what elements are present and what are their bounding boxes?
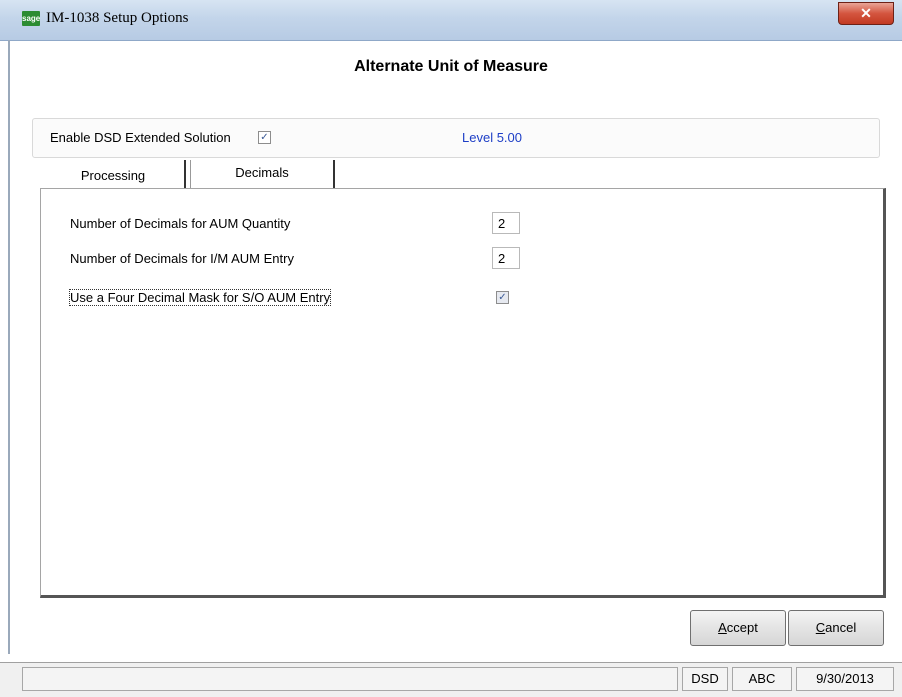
level-text: Level 5.00	[462, 130, 522, 145]
aum-quantity-decimals-label: Number of Decimals for AUM Quantity	[70, 216, 291, 231]
status-bar: DSD ABC 9/30/2013	[0, 662, 902, 697]
close-button[interactable]: ✕	[838, 2, 894, 25]
status-module: DSD	[682, 667, 728, 691]
check-mark-icon: ✓	[260, 132, 269, 143]
cancel-button[interactable]: Cancel	[788, 610, 884, 646]
enable-dsd-label: Enable DSD Extended Solution	[50, 130, 231, 145]
enable-dsd-checkbox[interactable]: ✓	[258, 131, 271, 144]
status-date: 9/30/2013	[796, 667, 894, 691]
tab-processing[interactable]: Processing	[42, 160, 186, 190]
im-aum-entry-decimals-label: Number of Decimals for I/M AUM Entry	[70, 251, 294, 266]
im-aum-entry-decimals-input[interactable]: 2	[492, 247, 520, 269]
window-title: IM-1038 Setup Options	[46, 10, 189, 26]
sage-app-icon: sage	[22, 11, 40, 26]
decimals-tab-panel	[40, 188, 886, 598]
status-company: ABC	[732, 667, 792, 691]
four-decimal-mask-checkbox[interactable]: ✓	[496, 291, 509, 304]
window-frame-left	[8, 40, 10, 654]
page-heading: Alternate Unit of Measure	[354, 58, 548, 75]
tab-decimals[interactable]: Decimals	[190, 160, 335, 190]
title-bar: sage IM-1038 Setup Options ✕	[0, 0, 902, 41]
aum-quantity-decimals-input[interactable]: 2	[492, 212, 520, 234]
status-message	[22, 667, 678, 691]
four-decimal-mask-label[interactable]: Use a Four Decimal Mask for S/O AUM Entr…	[68, 289, 332, 306]
accept-button[interactable]: Accept	[690, 610, 786, 646]
check-mark-icon: ✓	[498, 292, 507, 303]
